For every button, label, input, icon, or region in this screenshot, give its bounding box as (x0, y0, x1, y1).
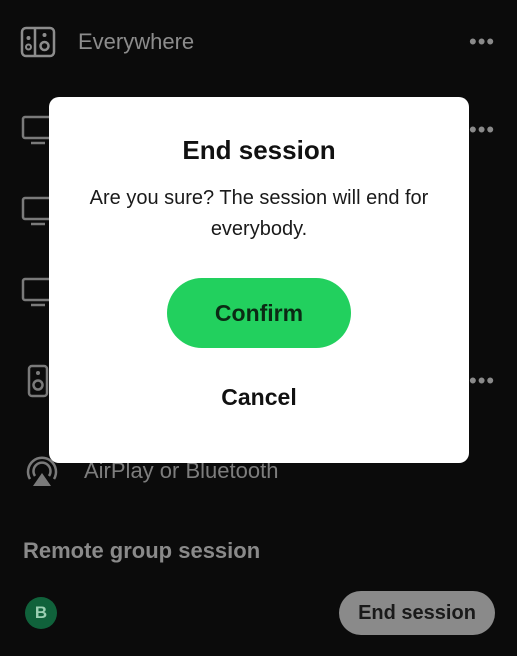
more-options-icon[interactable]: ••• (469, 24, 495, 60)
end-session-dialog: End session Are you sure? The session wi… (49, 97, 469, 463)
cancel-button[interactable]: Cancel (159, 377, 359, 417)
dialog-title: End session (182, 135, 336, 165)
more-options-icon[interactable]: ••• (469, 363, 495, 399)
device-row-everywhere[interactable]: Everywhere ••• (0, 24, 517, 84)
connect-device-screen: Everywhere ••• ••• ••• AirPlay or Blueto… (0, 0, 517, 656)
device-label-everywhere: Everywhere (78, 29, 195, 54)
remote-group-session-title: Remote group session (23, 538, 261, 563)
speaker-group-icon (20, 24, 56, 60)
confirm-button[interactable]: Confirm (167, 278, 351, 348)
dialog-message: Are you sure? The session will end for e… (89, 187, 429, 240)
more-options-icon[interactable]: ••• (469, 112, 495, 148)
end-session-button[interactable]: End session (339, 591, 495, 635)
avatar[interactable]: B (25, 597, 57, 629)
